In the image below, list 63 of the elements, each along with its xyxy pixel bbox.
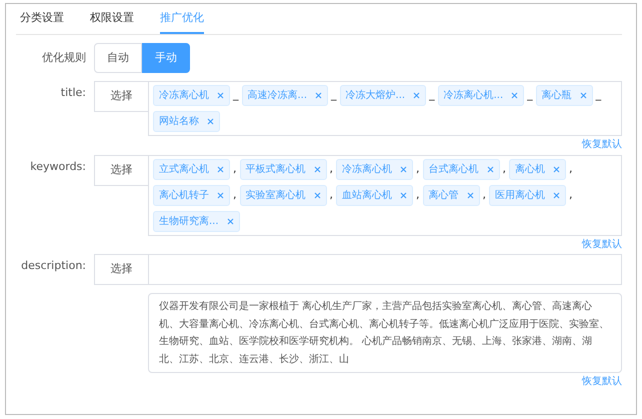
tag-label: 离心瓶 xyxy=(542,88,572,103)
select-button[interactable]: 选择 xyxy=(94,154,148,186)
tag-label: 生物研究离... xyxy=(159,214,219,228)
close-icon[interactable] xyxy=(553,192,560,198)
separator: _ xyxy=(596,87,602,104)
description-field[interactable]: 仪器开发有限公司是一家根植于 离心机生产厂家，主营产品包括实验室离心机、离心管、高速离心机、大容量离心机、冷冻离心机、台式离心机、离心机转子等。低速离心机广泛应用于医院、实验室、生物研究、血站、医学院校和医学研究机构。 心机产品畅销南京、无锡、上海、张家港、湖南、湖北、江苏、北京、连云港、长沙、浙江、山 xyxy=(148,293,622,373)
tab[interactable]: 分类设置 xyxy=(20,4,64,34)
close-icon[interactable] xyxy=(511,92,518,99)
close-icon[interactable] xyxy=(580,92,587,99)
tag-label: 台式离心机 xyxy=(428,162,478,176)
separator: , xyxy=(502,160,506,177)
close-icon[interactable] xyxy=(400,192,407,198)
tag-label: 平板式离心机 xyxy=(246,162,306,176)
tag-label: 血站离心机 xyxy=(342,188,392,202)
field-label: 优化规则 xyxy=(41,50,87,66)
close-icon[interactable] xyxy=(553,166,560,172)
separator: , xyxy=(482,186,486,203)
tag-label: 离心管 xyxy=(428,188,458,202)
close-icon[interactable] xyxy=(400,166,407,172)
tag-label: 冷冻离心机 xyxy=(342,162,392,176)
tag-label: 高速冷冻离... xyxy=(248,88,308,103)
segment-option[interactable]: 自动 xyxy=(94,42,142,73)
close-icon[interactable] xyxy=(217,192,224,198)
separator: , xyxy=(330,186,333,203)
separator: , xyxy=(416,186,420,203)
separator: , xyxy=(569,186,572,203)
close-icon[interactable] xyxy=(314,166,320,172)
separator: _ xyxy=(233,87,238,104)
field-label: keywords: xyxy=(29,158,87,174)
tag-label: 冷冻大熔炉... xyxy=(346,88,406,103)
tag-label: 实验室离心机 xyxy=(246,188,306,202)
close-icon[interactable] xyxy=(217,92,224,99)
separator: , xyxy=(233,160,236,177)
select-button[interactable]: 选择 xyxy=(94,81,148,112)
separator: , xyxy=(233,186,236,203)
tag-label: 网站名称 xyxy=(159,114,199,129)
close-icon[interactable] xyxy=(486,166,494,172)
close-icon[interactable] xyxy=(315,92,322,99)
separator: , xyxy=(416,160,420,177)
tag-input[interactable]: 立式离心机 , 平板式离心机 , 冷冻离心机 , 台式离心机 , 离心机 , 离心机转子 , 实验室离心机 , 血站离心机 , 离心管 , 医用离心机 , 生物研究离... xyxy=(148,154,622,236)
field-label: title: xyxy=(60,85,87,101)
input-field[interactable] xyxy=(148,254,622,285)
close-icon[interactable] xyxy=(466,192,474,198)
separator: _ xyxy=(331,87,337,104)
separator: , xyxy=(569,160,572,177)
separator: , xyxy=(330,160,333,177)
close-icon[interactable] xyxy=(207,118,214,125)
select-button[interactable]: 选择 xyxy=(94,254,148,285)
close-icon[interactable] xyxy=(217,166,224,172)
close-icon[interactable] xyxy=(314,192,320,198)
tag-label: 离心机 xyxy=(515,162,545,176)
tag-label: 医用离心机 xyxy=(495,188,545,202)
close-icon[interactable] xyxy=(226,218,234,224)
tag-input[interactable]: 冷冻离心机 _ 高速冷冻离... _ 冷冻大熔炉... _ 冷冻离心机... _ 离心瓶 _ 网站名称 xyxy=(148,81,622,136)
tag-label: 立式离心机 xyxy=(159,162,209,176)
close-icon[interactable] xyxy=(413,92,420,99)
tab[interactable]: 权限设置 xyxy=(90,4,134,34)
tag-label: 离心机转子 xyxy=(159,188,209,202)
separator: _ xyxy=(429,87,435,104)
separator: _ xyxy=(527,87,533,104)
field-label: description: xyxy=(20,258,87,274)
tag-label: 冷冻离心机... xyxy=(444,88,504,103)
tag-label: 冷冻离心机 xyxy=(159,88,209,103)
